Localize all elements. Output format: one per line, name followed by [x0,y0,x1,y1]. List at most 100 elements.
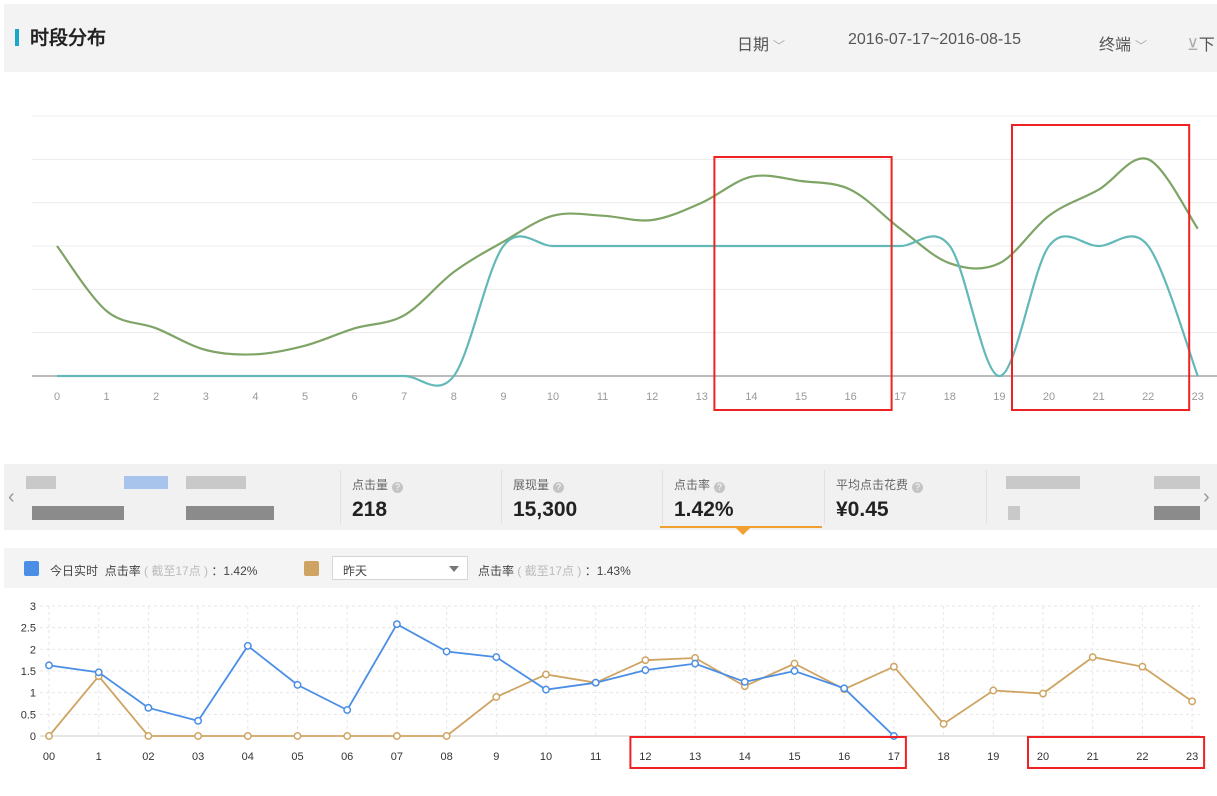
yesterday-legend-value: ：1.43% [584,564,631,578]
hourly-distribution-chart: 0 1 2 3 4 5 6 7 8 9 10 11 12 13 14 15 16 17 18 19 20 21 22 23 [32,115,1217,411]
highlight-box [629,736,907,769]
today-legend: 今日实时 点击率 ( 截至17点 ) ：1.42% [50,562,257,579]
x-tick-label: 03 [192,751,204,763]
title-accent-bar [15,29,19,46]
x-tick-label: 18 [937,751,949,763]
x-tick-label: 20 [1043,391,1055,403]
x-tick-label: 08 [440,751,452,763]
data-point-today [542,685,550,694]
legend-bar: 今日实时 点击率 ( 截至17点 ) ：1.42% 昨天 点击率 ( 截至17点… [4,548,1217,588]
stat-avg-cpc[interactable]: 平均点击花费? ¥0.45 [824,464,984,530]
stat-clicks[interactable]: 点击量? 218 [340,464,500,530]
x-tick-label: 05 [291,751,303,763]
data-point-yesterday [939,719,948,728]
y-tick-label: 3 [30,601,36,613]
x-tick-label: 9 [493,751,499,763]
data-point-today [591,678,600,687]
data-point-yesterday [194,732,203,740]
y-tick-label: 0.5 [21,709,36,721]
data-point-yesterday [889,662,898,671]
highlight-box [1027,736,1206,769]
prev-arrow-icon[interactable]: ‹ [8,486,15,509]
x-tick-label: 8 [451,391,457,403]
compare-dropdown[interactable]: 昨天 [332,556,468,580]
series-line-1 [56,157,1199,356]
data-point-yesterday [392,732,401,740]
next-arrow-icon[interactable]: › [1203,486,1210,509]
x-tick-label: 2 [153,391,159,403]
stat-avg-cpc-label: 平均点击花费 [836,478,909,492]
stat-clicks-value: 218 [352,498,388,521]
today-legend-label: 今日实时 [50,564,99,578]
x-tick-label: 20 [1037,751,1049,763]
x-tick-label: 12 [639,751,651,763]
data-point-today [442,647,451,656]
x-tick-label: 22 [1142,391,1154,403]
x-tick-label: 11 [590,751,601,763]
x-tick-label: 0 [54,391,60,403]
x-tick-label: 22 [1136,751,1148,763]
help-icon[interactable]: ? [392,482,404,493]
series-line-today [48,622,895,737]
terminal-dropdown[interactable]: 终端 ﹀ [1099,31,1147,55]
data-point-today [243,641,252,650]
today-legend-note: ( 截至17点 ) [144,564,209,578]
active-stat-caret-icon [736,528,750,535]
data-point-today [492,653,501,662]
y-tick-label: 2.5 [21,623,36,635]
help-icon[interactable]: ? [912,482,924,493]
data-point-today [45,661,53,670]
x-tick-label: 10 [540,751,552,763]
compare-dropdown-value: 昨天 [343,564,368,578]
data-point-yesterday [790,659,799,668]
y-tick-label: 2 [30,644,36,656]
yesterday-legend-note: ( 截至17点 ) [517,564,582,578]
x-tick-label: 12 [646,391,658,403]
chevron-down-icon: ﹀ [773,39,786,53]
series-line-yesterday [48,656,1193,737]
x-tick-label: 17 [894,391,906,403]
data-point-yesterday [293,732,302,740]
x-tick-label: 7 [401,391,407,403]
x-tick-label: 3 [203,391,209,403]
stat-avg-cpc-value: ¥0.45 [836,498,889,521]
help-icon[interactable]: ? [714,482,726,493]
date-dropdown[interactable]: 日期 ﹀ [737,31,785,55]
x-tick-label: 04 [242,751,254,763]
x-tick-label: 14 [745,391,757,403]
x-tick-label: 1 [96,751,102,763]
y-tick-label: 1 [30,688,36,700]
x-tick-label: 23 [1192,391,1204,403]
x-tick-label: 00 [43,751,55,763]
x-tick-label: 5 [302,391,308,403]
page-title: 时段分布 [30,28,107,49]
date-dropdown-label: 日期 [737,37,770,54]
data-point-yesterday [343,732,352,740]
download-button[interactable]: ⊻下 [1187,31,1215,55]
help-icon[interactable]: ? [553,482,565,493]
data-point-today [641,666,650,675]
data-point-today [94,668,103,677]
stat-clicks-label: 点击量 [352,478,389,492]
highlight-box [713,156,893,411]
stat-label: 点击量? [352,476,404,493]
x-tick-label: 9 [500,391,506,403]
blurred-content [1008,506,1020,520]
stat-ctr[interactable]: 点击率? 1.42% [662,464,822,530]
data-point-today [740,677,749,686]
stat-impressions-label: 展现量 [513,478,550,492]
today-legend-metric: 点击率 [104,564,141,578]
caret-down-icon [449,566,459,572]
data-point-today [691,659,700,668]
download-label: 下 [1198,37,1215,54]
stat-impressions-value: 15,300 [513,498,578,521]
data-point-today [392,620,401,629]
yesterday-legend-metric: 点击率 [478,564,515,578]
date-range-picker[interactable]: 2016-07-17~2016-08-15 [848,31,1021,49]
ctr-comparison-chart: 0 0.5 1 1.5 2 2.5 3 00 1 02 03 04 05 06 07 08 9 10 11 12 13 1… [21,601,1206,769]
x-tick-label: 13 [696,391,708,403]
blurred-content [124,476,168,489]
x-tick-label: 23 [1186,751,1198,763]
stat-impressions[interactable]: 展现量? 15,300 [501,464,661,530]
x-tick-label: 18 [944,391,956,403]
